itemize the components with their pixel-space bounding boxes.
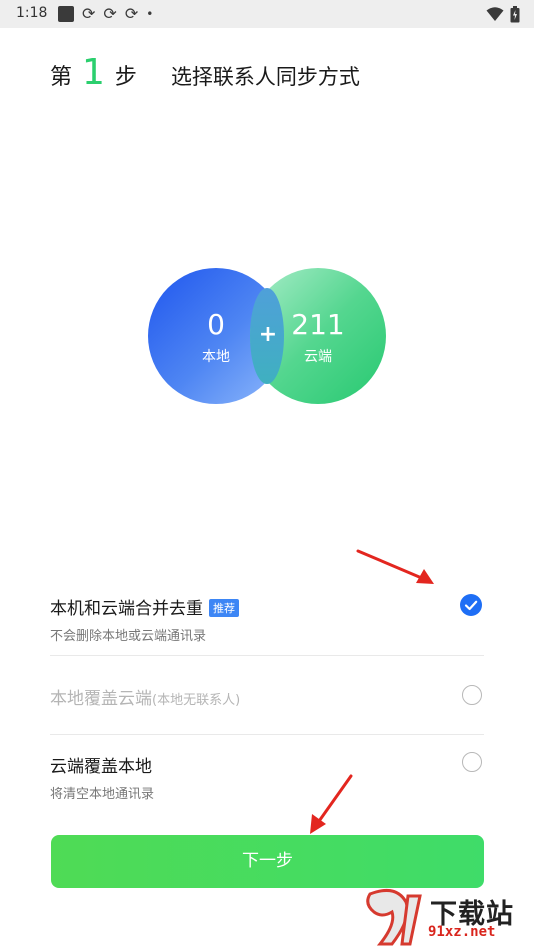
local-label: 本地: [202, 349, 230, 365]
option-merge-dedupe[interactable]: 本机和云端合并去重 推荐 不会删除本地或云端通讯录: [50, 594, 484, 644]
option-local-overwrite-cloud[interactable]: 本地覆盖云端(本地无联系人): [50, 684, 484, 709]
local-contact-count: 0: [207, 308, 225, 341]
status-time: 1:18: [16, 5, 48, 21]
status-bar: 1:18 ⟳ ⟳ ⟳ •: [0, 0, 534, 28]
option-title-text: 本机和云端合并去重: [50, 599, 203, 619]
step-suffix: 步: [114, 65, 137, 90]
app-notification-icon: [58, 6, 74, 22]
cloud-contact-count: 211: [291, 308, 345, 341]
option-subtitle: 不会删除本地或云端通讯录: [50, 629, 207, 644]
sync-notification-icon: ⟳: [103, 4, 117, 23]
sync-notification-icon: ⟳: [124, 4, 139, 23]
watermark-url: 91xz.net: [428, 924, 496, 940]
checkmark-icon: [464, 600, 478, 611]
sync-notification-icon: ⟳: [82, 4, 96, 23]
more-notifications-icon: •: [146, 7, 154, 21]
page-title: 选择联系人同步方式: [170, 65, 360, 89]
annotation-arrow-icon: [310, 774, 353, 834]
step-prefix: 第: [50, 65, 73, 90]
battery-icon: [510, 5, 520, 22]
option-note: (本地无联系人): [152, 693, 241, 708]
divider: [50, 655, 484, 656]
option-title-text: 本地覆盖云端: [50, 689, 152, 709]
contacts-venn-diagram: 0 本地 + 211 云端: [148, 268, 388, 404]
option-cloud-overwrite-local[interactable]: 云端覆盖本地 将清空本地通讯录: [50, 752, 484, 802]
radio-cloud-overwrite-local[interactable]: [462, 752, 482, 772]
option-title: 本地覆盖云端(本地无联系人): [50, 684, 484, 709]
option-title: 云端覆盖本地: [50, 757, 152, 777]
site-watermark: 下载站 91xz.net: [358, 886, 534, 950]
radio-merge-dedupe[interactable]: [460, 594, 482, 616]
recommended-badge: 推荐: [209, 599, 239, 617]
step-number: 1: [82, 52, 105, 93]
option-title: 本机和云端合并去重 推荐: [50, 594, 484, 619]
wifi-icon: [486, 7, 504, 21]
step-header: 第 1 步 选择联系人同步方式: [50, 52, 360, 102]
next-step-button[interactable]: 下一步: [51, 835, 484, 888]
system-icons: [486, 4, 520, 24]
cloud-label: 云端: [304, 349, 332, 365]
divider: [50, 734, 484, 735]
option-subtitle: 将清空本地通讯录: [50, 787, 155, 802]
watermark-logo-icon: [366, 888, 422, 946]
radio-local-overwrite-cloud[interactable]: [462, 685, 482, 705]
annotation-arrow-icon: [356, 549, 434, 584]
notification-icons: ⟳ ⟳ ⟳ •: [58, 5, 153, 23]
plus-icon: +: [258, 322, 278, 347]
